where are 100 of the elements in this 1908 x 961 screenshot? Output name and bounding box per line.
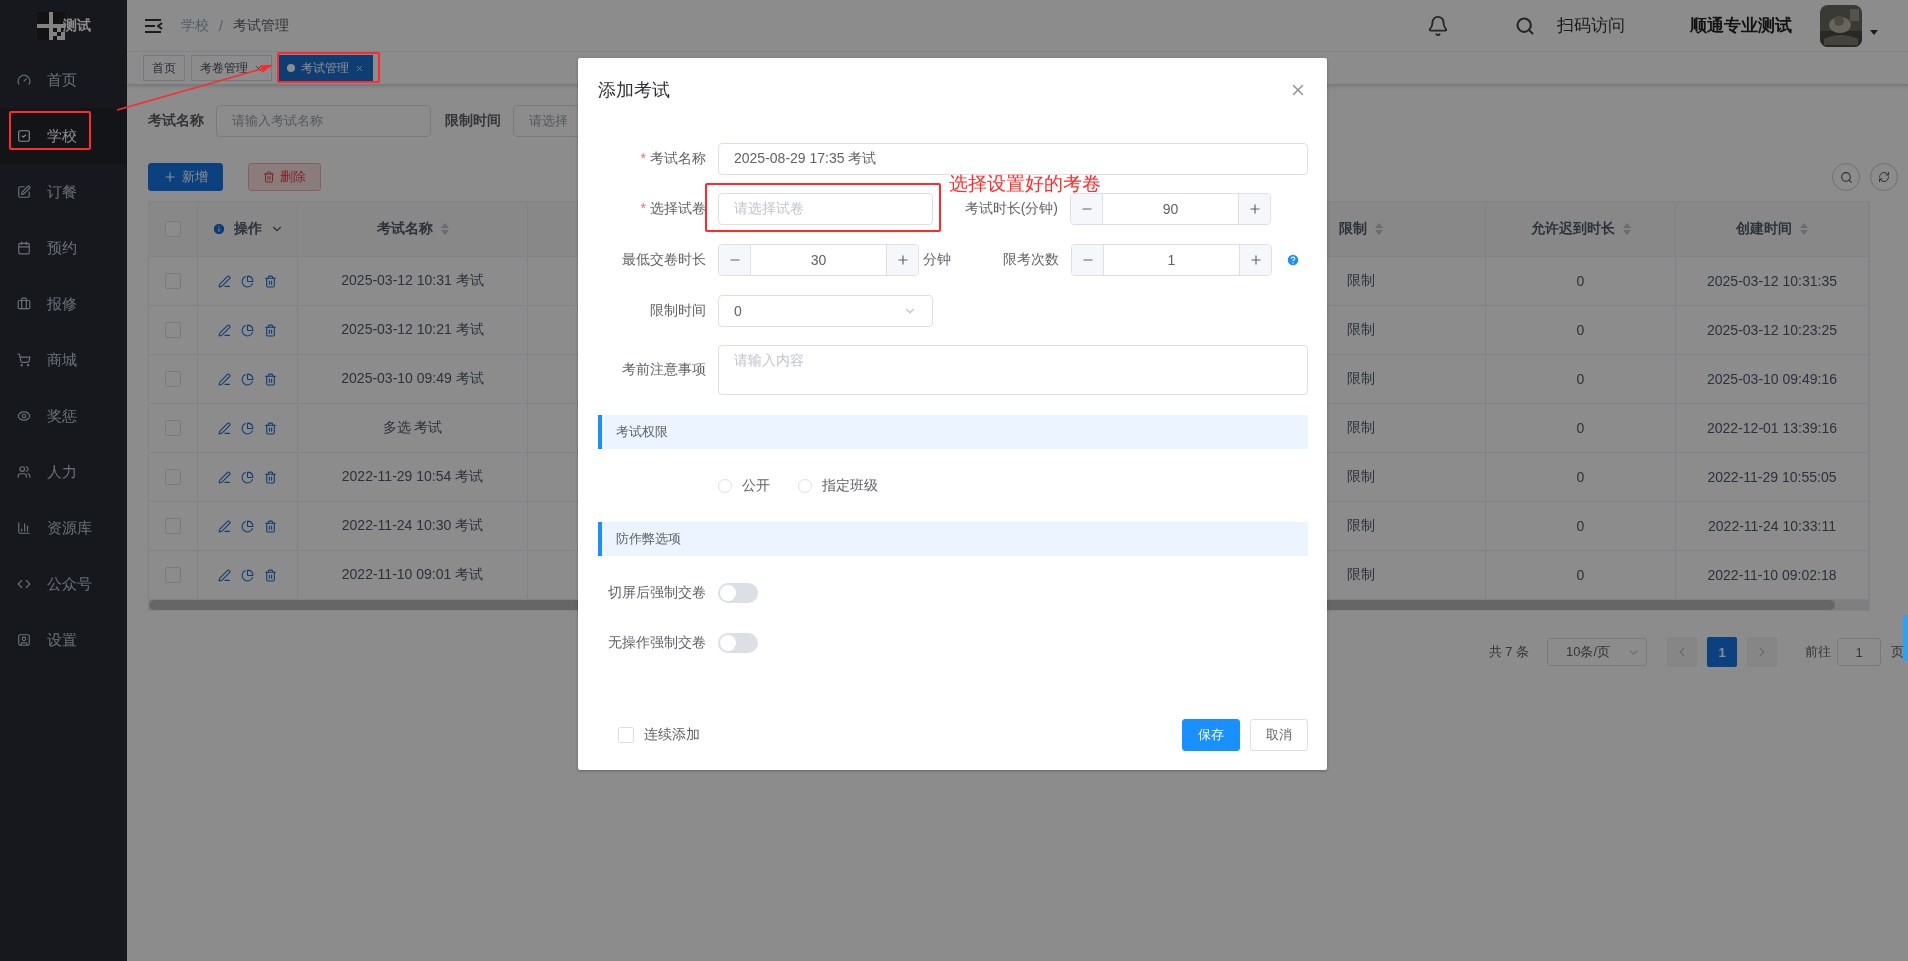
plus-icon	[163, 170, 177, 184]
goto-label: 前往	[1805, 643, 1831, 661]
edit-icon[interactable]	[218, 519, 231, 533]
edit-icon[interactable]	[218, 421, 231, 435]
user-name[interactable]: 顺通专业测试	[1690, 14, 1792, 37]
table-cell: 0	[1576, 322, 1585, 338]
pie-chart-icon[interactable]	[241, 519, 254, 533]
search-button[interactable]	[1832, 163, 1860, 191]
refresh-button[interactable]	[1870, 163, 1898, 191]
column-header: 允许迟到时长	[1530, 220, 1615, 238]
breadcrumb-separator: /	[219, 17, 223, 34]
table-cell: 2025-03-12 10:23:25	[1707, 322, 1837, 338]
page-tab[interactable]: 首页	[143, 55, 185, 81]
sidebar-item[interactable]: 资源库	[0, 500, 127, 556]
trash-icon[interactable]	[264, 568, 277, 582]
page-tab[interactable]: 考试管理	[278, 55, 373, 81]
pie-chart-icon[interactable]	[241, 274, 254, 288]
edit-icon[interactable]	[218, 323, 231, 337]
close-icon[interactable]	[355, 63, 364, 73]
toggle-switch[interactable]	[718, 633, 758, 653]
trash-icon[interactable]	[264, 519, 277, 533]
sidebar-item[interactable]: 首页	[0, 52, 127, 108]
qr-code-icon	[36, 12, 65, 40]
sidebar-item[interactable]: 预约	[0, 220, 127, 276]
number-stepper[interactable]: 1	[1071, 244, 1272, 276]
plus-button[interactable]	[886, 245, 918, 275]
edit-icon[interactable]	[218, 568, 231, 582]
trash-icon[interactable]	[264, 274, 277, 288]
field-label: 限考次数	[1002, 251, 1060, 269]
plus-button[interactable]	[1238, 194, 1270, 224]
breadcrumb-item[interactable]: 学校	[181, 16, 209, 35]
sidebar-item[interactable]: 订餐	[0, 164, 127, 220]
column-header: 创建时间	[1736, 220, 1792, 238]
plus-button[interactable]	[1239, 245, 1271, 275]
pie-chart-icon[interactable]	[241, 421, 254, 435]
breadcrumb-item[interactable]: 考试管理	[232, 16, 289, 35]
table-cell: 2022-11-10 09:01 考试	[341, 566, 484, 584]
page-button[interactable]: 1	[1707, 637, 1737, 667]
table-cell: 2022-11-29 10:55:05	[1707, 469, 1837, 485]
sidebar-item[interactable]: 学校	[0, 108, 127, 164]
text-field[interactable]: 2025-08-29 17:35 考试	[718, 143, 1308, 175]
trash-icon[interactable]	[264, 372, 277, 386]
select-field[interactable]: 0	[718, 295, 933, 327]
sidebar-item[interactable]: 公众号	[0, 556, 127, 612]
column-header: 操作	[233, 220, 262, 238]
pie-chart-icon[interactable]	[241, 470, 254, 484]
table-cell: 2022-11-24 10:33:11	[1708, 518, 1836, 534]
bell-icon[interactable]	[1427, 14, 1449, 37]
table-cell: 限制	[1346, 419, 1375, 437]
dialog-title: 添加考试	[598, 79, 670, 102]
pie-chart-icon[interactable]	[241, 323, 254, 337]
page-tab[interactable]: 考卷管理	[191, 55, 272, 81]
cancel-button[interactable]: 取消	[1250, 719, 1308, 751]
save-button[interactable]: 保存	[1182, 719, 1240, 751]
sidebar-item[interactable]: 设置	[0, 612, 127, 668]
edit-icon[interactable]	[218, 372, 231, 386]
gauge-icon	[17, 73, 31, 87]
trash-icon	[263, 171, 275, 183]
page-input[interactable]: 1	[1837, 638, 1881, 666]
plus-icon	[895, 253, 910, 267]
pie-chart-icon[interactable]	[241, 372, 254, 386]
side-handle[interactable]	[1903, 615, 1908, 661]
briefcase-icon	[17, 297, 31, 311]
trash-icon[interactable]	[264, 470, 277, 484]
sidebar-item[interactable]: 报修	[0, 276, 127, 332]
sidebar-item[interactable]: 奖惩	[0, 388, 127, 444]
radio-option[interactable]: 指定班级	[798, 476, 878, 495]
table-cell: 限制	[1346, 321, 1375, 339]
page-size-select[interactable]: 10条/页	[1547, 638, 1647, 666]
table-cell: 2022-12-01 13:39:16	[1707, 420, 1837, 436]
close-icon[interactable]	[254, 63, 263, 73]
pie-chart-icon[interactable]	[241, 568, 254, 582]
edit-icon[interactable]	[218, 274, 231, 288]
number-stepper[interactable]: 90	[1070, 193, 1271, 225]
checkbox-icon	[17, 129, 31, 143]
search-icon	[1839, 170, 1853, 184]
table-cell: 2022-11-24 10:30 考试	[341, 517, 484, 535]
sidebar-item[interactable]: 商城	[0, 332, 127, 388]
scan-link[interactable]: 扫码访问	[1557, 14, 1625, 37]
trash-icon[interactable]	[264, 421, 277, 435]
caret-icon[interactable]	[1870, 30, 1878, 35]
sidebar-item[interactable]: 人力	[0, 444, 127, 500]
edit-icon[interactable]	[218, 470, 231, 484]
field-label: * 考试名称	[639, 150, 707, 168]
table-cell: 2022-11-29 10:54 考试	[341, 468, 484, 486]
radio-option[interactable]: 公开	[718, 476, 770, 495]
add-button[interactable]: 新增	[148, 163, 223, 191]
table-cell: 限制	[1346, 272, 1375, 290]
user-card-icon	[17, 633, 31, 647]
trash-icon[interactable]	[264, 323, 277, 337]
help-icon[interactable]	[1286, 253, 1300, 267]
checkbox-option[interactable]: 连续添加	[618, 726, 700, 744]
number-stepper[interactable]: 30	[718, 244, 919, 276]
refresh-icon	[1878, 171, 1890, 183]
field-label: * 选择试卷	[639, 200, 707, 218]
table-cell: 2025-03-12 10:31 考试	[341, 272, 484, 290]
menu-icon[interactable]	[145, 18, 163, 33]
toggle-switch[interactable]	[718, 583, 758, 603]
table-cell: 0	[1576, 469, 1585, 485]
search-icon[interactable]	[1515, 15, 1535, 36]
